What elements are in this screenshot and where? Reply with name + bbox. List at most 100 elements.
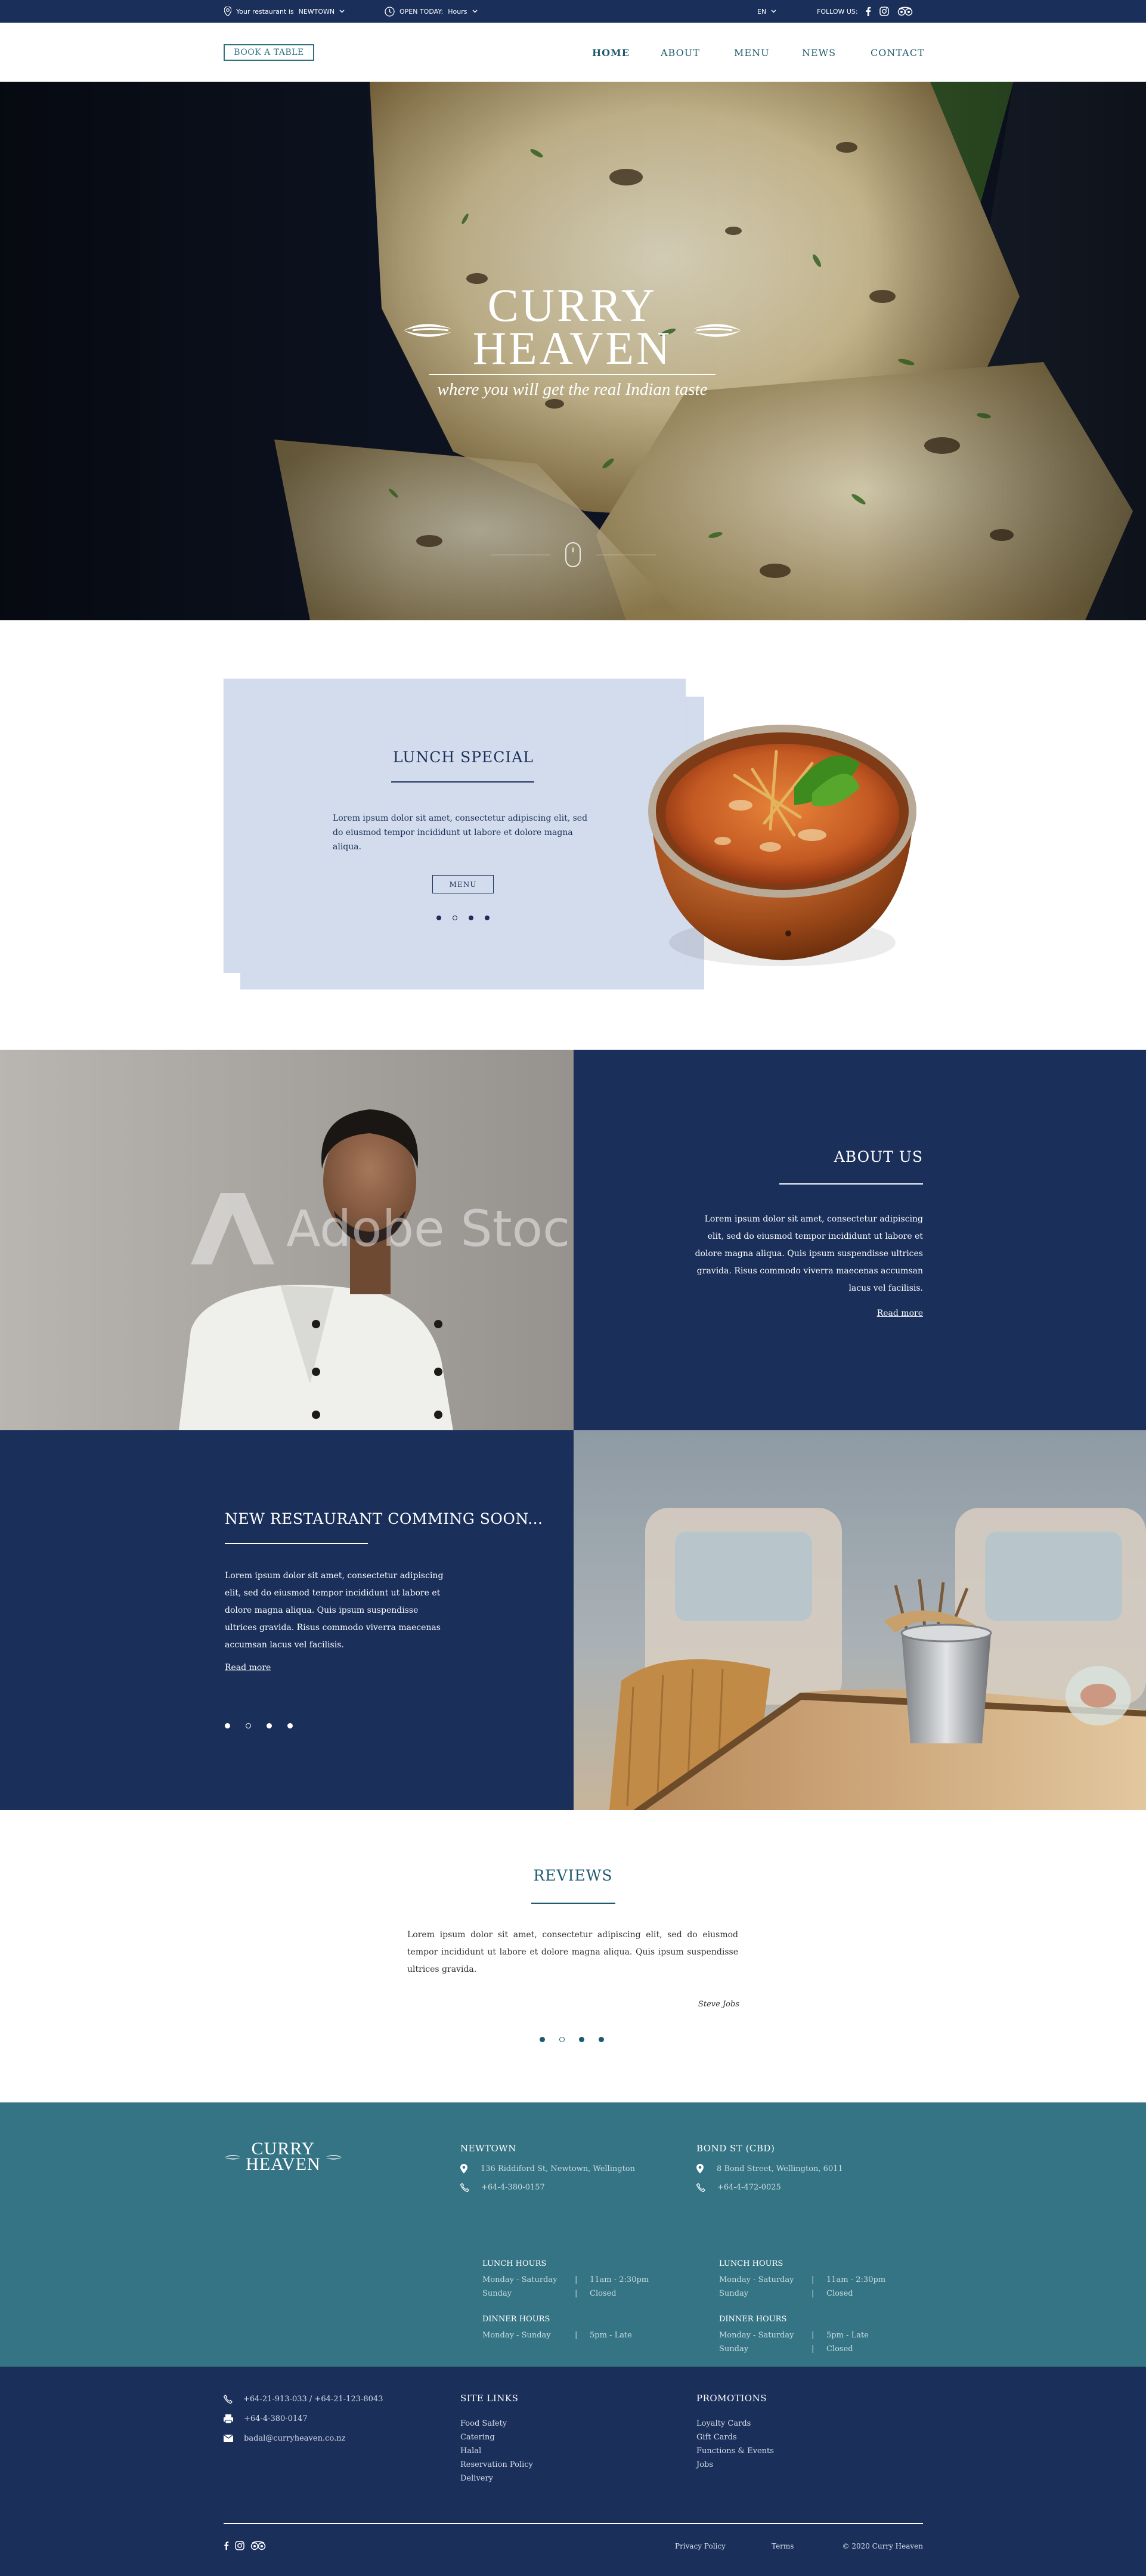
newtown-address: 136 Riddiford St, Newtown, Wellington — [481, 2164, 635, 2173]
email-icon — [224, 2435, 233, 2442]
instagram-icon[interactable] — [879, 7, 889, 16]
site-link-food-safety[interactable]: Food Safety — [460, 2417, 639, 2430]
contact-email[interactable]: badal@curryheaven.co.nz — [244, 2434, 345, 2443]
bond-address: 8 Bond Street, Wellington, 6011 — [717, 2164, 843, 2173]
carousel-dot[interactable] — [579, 2037, 584, 2042]
bond-lunch-title: LUNCH HOURS — [719, 2259, 783, 2268]
promotions-title: PROMOTIONS — [696, 2393, 767, 2404]
carousel-dot[interactable] — [453, 916, 457, 920]
lunch-title: LUNCH SPECIAL — [393, 749, 534, 766]
carousel-dot[interactable] — [559, 2037, 565, 2042]
phone-icon — [460, 2183, 469, 2192]
mouse-scroll-icon[interactable] — [565, 542, 581, 568]
location-prefix: Your restaurant is — [236, 7, 294, 16]
hours-row: Sunday | Closed — [719, 2287, 916, 2300]
carousel-dot[interactable] — [469, 916, 473, 920]
carousel-dot[interactable] — [267, 1723, 272, 1728]
bond-address-row: 8 Bond Street, Wellington, 6011 — [696, 2164, 843, 2173]
hero-banner: CURRY HEAVEN where you will get the real… — [0, 82, 1146, 620]
about-read-more-link[interactable]: Read more — [811, 1309, 923, 1318]
promo-link-gift-cards[interactable]: Gift Cards — [696, 2430, 875, 2444]
facebook-icon[interactable] — [224, 2541, 229, 2550]
site-link-delivery[interactable]: Delivery — [460, 2472, 639, 2485]
carousel-dot[interactable] — [225, 1723, 230, 1728]
promo-link-functions-events[interactable]: Functions & Events — [696, 2444, 875, 2458]
hours-times: Closed — [826, 2345, 853, 2354]
facebook-icon[interactable] — [865, 7, 871, 16]
instagram-icon[interactable] — [235, 2541, 244, 2550]
about-section: Adobe Stock ABOUT US Lorem ipsum dolor s… — [0, 1050, 1146, 1430]
about-title-underline — [779, 1183, 923, 1185]
newtown-location: NEWTOWN 136 Riddiford St, Newtown, Welli… — [460, 2143, 687, 2340]
clock-icon — [385, 6, 395, 17]
chevron-down-icon — [472, 10, 478, 13]
contact-fax: +64-4-380-0147 — [244, 2414, 308, 2423]
site-link-halal[interactable]: Halal — [460, 2444, 639, 2458]
nav-about[interactable]: ABOUT — [661, 44, 700, 61]
about-body: Lorem ipsum dolor sit amet, consectetur … — [695, 1214, 923, 1293]
hours-divider: | — [812, 2331, 814, 2340]
carousel-dot[interactable] — [599, 2037, 604, 2042]
bond-title: BOND ST (CBD) — [696, 2143, 775, 2154]
footer-logo: CURRY HEAVEN — [224, 2140, 343, 2177]
hero-logo-underline — [429, 374, 716, 375]
promo-link-loyalty-cards[interactable]: Loyalty Cards — [696, 2417, 875, 2430]
promo-link-jobs[interactable]: Jobs — [696, 2458, 875, 2472]
review-quote: Lorem ipsum dolor sit amet, consectetur … — [407, 1930, 738, 1974]
copyright-text: © 2020 Curry Heaven — [842, 2542, 923, 2550]
carousel-dot[interactable] — [485, 916, 490, 920]
carousel-dot[interactable] — [436, 916, 441, 920]
hours-row: Sunday | Closed — [482, 2287, 679, 2300]
follow-us-label: FOLLOW US: — [817, 7, 858, 16]
new-restaurant-title-underline — [225, 1543, 368, 1544]
terms-link[interactable]: Terms — [772, 2542, 794, 2550]
hours-divider: | — [812, 2289, 814, 2298]
opening-hours-selector[interactable]: OPEN TODAY: Hours — [385, 0, 478, 23]
nav-contact[interactable]: CONTACT — [871, 44, 925, 61]
footer-bottom: +64-21-913-033 / +64-21-123-8043 +64-4-3… — [0, 2367, 1146, 2576]
nav-menu[interactable]: MENU — [734, 44, 770, 61]
phone-icon — [224, 2394, 233, 2404]
curry-bowl-image — [648, 725, 916, 966]
bond-dinner-title: DINNER HOURS — [719, 2315, 787, 2324]
lunch-menu-button[interactable]: MENU — [432, 875, 494, 893]
book-table-button[interactable]: BOOK A TABLE — [224, 44, 314, 61]
tripadvisor-icon[interactable] — [250, 2541, 266, 2550]
hours-times: 11am - 2:30pm — [590, 2275, 649, 2284]
new-restaurant-read-more-link[interactable]: Read more — [225, 1663, 271, 1672]
site-links-title: SITE LINKS — [460, 2393, 519, 2404]
footer-social-links — [224, 2541, 266, 2550]
carousel-dot[interactable] — [246, 1723, 251, 1728]
restaurant-interior-photo — [574, 1430, 1146, 1810]
open-today-prefix: OPEN TODAY: — [399, 7, 444, 16]
newtown-phone[interactable]: +64-4-380-0157 — [481, 2183, 545, 2192]
new-restaurant-section: NEW RESTAURANT COMMING SOON... Lorem ips… — [0, 1430, 1146, 1810]
reviews-section: REVIEWS Lorem ipsum dolor sit amet, cons… — [0, 1810, 1146, 2102]
newtown-lunch-title: LUNCH HOURS — [482, 2259, 547, 2268]
contact-phones[interactable]: +64-21-913-033 / +64-21-123-8043 — [243, 2395, 383, 2404]
hero-logo: CURRY HEAVEN — [394, 282, 751, 392]
social-links: FOLLOW US: — [817, 0, 913, 23]
top-bar: Your restaurant is NEWTOWN OPEN TODAY: H… — [0, 0, 1146, 23]
hours-days: Sunday — [719, 2345, 749, 2354]
nav-home[interactable]: HOME — [592, 44, 630, 61]
hours-days: Sunday — [719, 2289, 749, 2298]
site-link-catering[interactable]: Catering — [460, 2430, 639, 2444]
language-value: EN — [757, 7, 767, 16]
footer-left-flourish-icon — [224, 2155, 241, 2160]
location-value: NEWTOWN — [298, 7, 335, 16]
site-link-reservation-policy[interactable]: Reservation Policy — [460, 2458, 639, 2472]
tripadvisor-icon[interactable] — [897, 7, 913, 16]
language-selector[interactable]: EN — [757, 0, 776, 23]
nav-news[interactable]: NEWS — [802, 44, 836, 61]
hours-row: Monday - Saturday | 11am - 2:30pm — [482, 2273, 679, 2287]
footer-right-flourish-icon — [326, 2155, 342, 2160]
newtown-title: NEWTOWN — [460, 2143, 516, 2154]
carousel-dot[interactable] — [540, 2037, 545, 2042]
main-navigation: BOOK A TABLE HOME ABOUT MENU NEWS CONTAC… — [0, 23, 1146, 82]
left-flourish-icon — [404, 324, 451, 337]
privacy-policy-link[interactable]: Privacy Policy — [675, 2542, 726, 2550]
location-selector[interactable]: Your restaurant is NEWTOWN — [224, 0, 345, 23]
bond-phone[interactable]: +64-4-472-0025 — [717, 2183, 781, 2192]
carousel-dot[interactable] — [287, 1723, 293, 1728]
